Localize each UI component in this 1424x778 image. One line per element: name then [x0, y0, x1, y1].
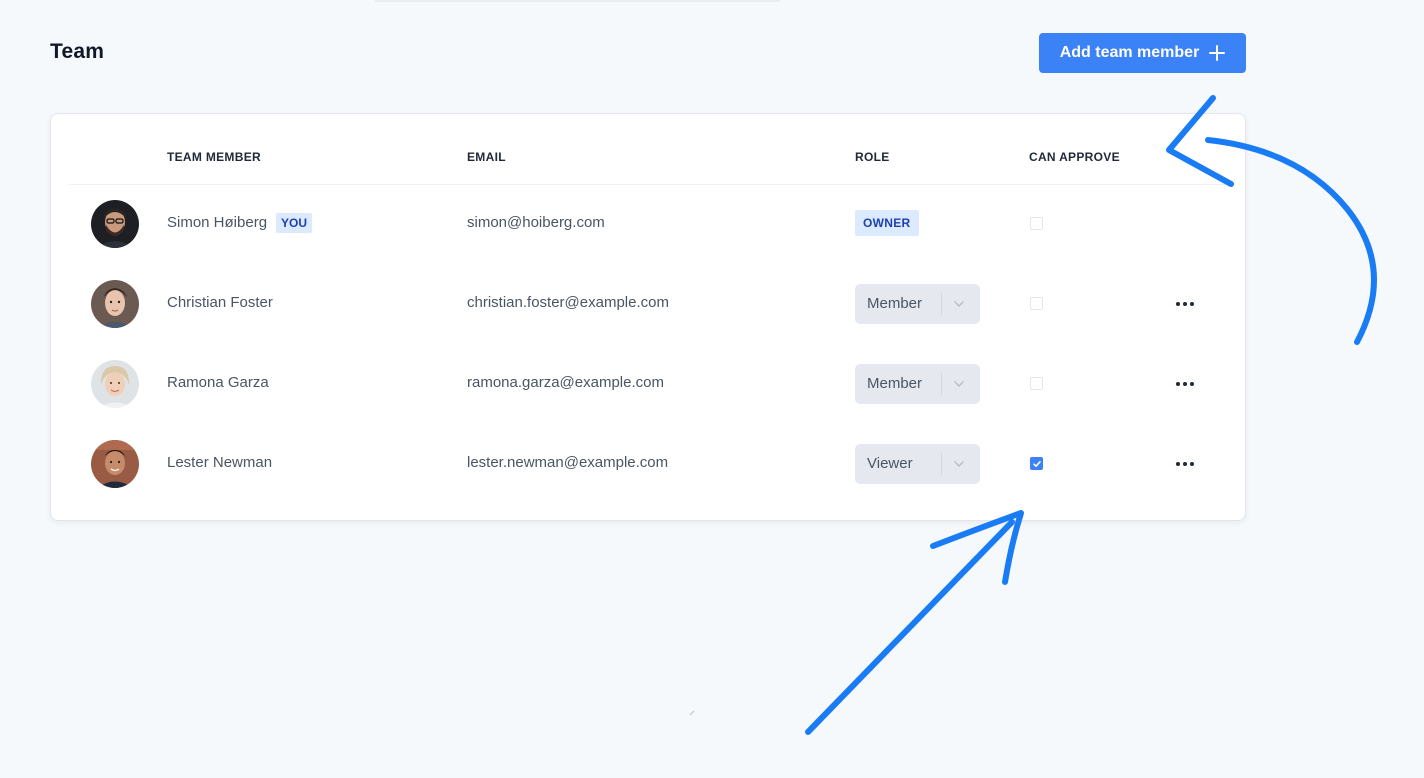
- can-approve-checkbox[interactable]: [1030, 217, 1043, 230]
- you-badge: YOU: [276, 213, 313, 233]
- select-separator: [941, 453, 942, 475]
- avatar: [91, 440, 139, 488]
- member-name: Simon Høiberg: [167, 214, 268, 231]
- role-owner-badge: OWNER: [855, 210, 919, 236]
- diagonal-arrow-icon: [805, 519, 1015, 735]
- role-select[interactable]: Member: [855, 284, 980, 324]
- table-row: Lester Newman lester.newman@example.com …: [51, 424, 1245, 504]
- checkmark-icon: [1032, 460, 1041, 467]
- can-approve-checkbox[interactable]: [1030, 457, 1043, 470]
- plus-icon: [1209, 45, 1226, 61]
- select-separator: [941, 293, 942, 315]
- member-email: lester.newman@example.com: [467, 454, 669, 471]
- member-name: Ramona Garza: [167, 374, 269, 391]
- add-team-member-button[interactable]: Add team member: [1039, 33, 1246, 73]
- avatar: [91, 200, 139, 248]
- chevron-down-icon: [952, 297, 966, 311]
- member-name: Lester Newman: [167, 454, 273, 471]
- top-divider: [375, 0, 780, 2]
- member-email: ramona.garza@example.com: [467, 374, 664, 391]
- more-actions-icon[interactable]: [1171, 374, 1199, 394]
- table-row: Ramona Garza ramona.garza@example.com Me…: [51, 344, 1245, 424]
- add-team-member-label: Add team member: [1059, 44, 1200, 61]
- column-header-team-member: TEAM MEMBER: [167, 150, 261, 164]
- role-select-value: Viewer: [867, 455, 913, 472]
- avatar: [91, 360, 139, 408]
- member-email: simon@hoiberg.com: [467, 214, 605, 231]
- chevron-down-icon: [952, 377, 966, 391]
- team-table-card: TEAM MEMBER EMAIL ROLE CAN APPROVE Simon…: [50, 113, 1246, 521]
- select-separator: [941, 373, 942, 395]
- can-approve-checkbox[interactable]: [1030, 377, 1043, 390]
- column-header-role: ROLE: [855, 150, 890, 164]
- avatar: [91, 280, 139, 328]
- arrowhead-icon: [930, 510, 1024, 585]
- member-email: christian.foster@example.com: [467, 294, 669, 311]
- role-select-value: Member: [867, 295, 923, 312]
- member-name: Christian Foster: [167, 294, 273, 311]
- column-header-can-approve: CAN APPROVE: [1029, 150, 1120, 164]
- stray-mark: [689, 703, 695, 716]
- table-row: Christian Foster christian.foster@exampl…: [51, 264, 1245, 344]
- chevron-down-icon: [952, 457, 966, 471]
- more-actions-icon[interactable]: [1171, 454, 1199, 474]
- column-header-email: EMAIL: [467, 150, 506, 164]
- role-select-value: Member: [867, 375, 923, 392]
- role-select[interactable]: Member: [855, 364, 980, 404]
- can-approve-checkbox[interactable]: [1030, 297, 1043, 310]
- table-row: Simon Høiberg YOU simon@hoiberg.com OWNE…: [51, 184, 1245, 264]
- more-actions-icon[interactable]: [1171, 294, 1199, 314]
- role-select[interactable]: Viewer: [855, 444, 980, 484]
- page-title: Team: [50, 40, 105, 63]
